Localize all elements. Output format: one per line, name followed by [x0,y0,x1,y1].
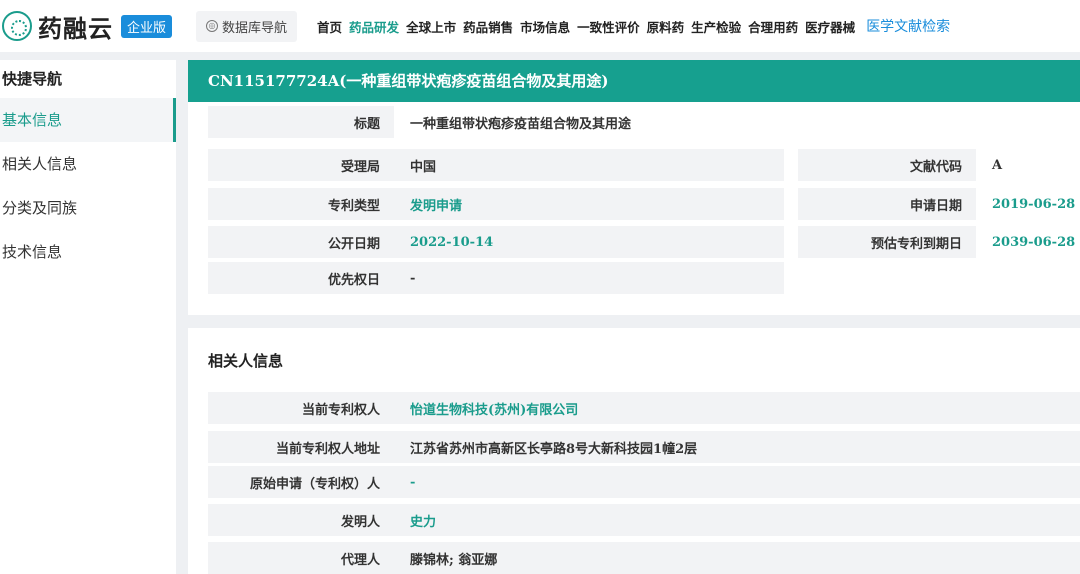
menu-item-production[interactable]: 生产检验 [691,17,741,36]
logo-text: 药融云 [38,14,113,43]
patent-header: CN115177724A(一种重组带状疱疹疫苗组合物及其用途) [188,60,1080,102]
menu-item-home[interactable]: 首页 [317,17,342,36]
menu-item-rational-use[interactable]: 合理用药 [748,17,798,36]
menu-item-drug-rd[interactable]: 药品研发 [349,17,399,36]
sidebar-item-tech-info[interactable]: 技术信息 [0,230,176,274]
owner-value[interactable]: 怡道生物科技(苏州)有限公司 [394,392,1080,424]
people-section-title: 相关人信息 [208,352,284,370]
owner-row: 当前专利权人 怡道生物科技(苏州)有限公司 [208,392,1080,424]
menu-item-consistency[interactable]: 一致性评价 [577,17,640,36]
priority-row: 优先权日 - [208,262,784,294]
type-row: 专利类型 发明申请 [208,188,784,220]
priority-value: - [394,262,784,294]
pub-date-label: 公开日期 [208,226,394,258]
address-row: 当前专利权人地址 江苏省苏州市高新区长亭路8号大新科技园1幢2层 [208,431,1080,463]
address-label: 当前专利权人地址 [208,431,394,463]
doc-code-row: 文献代码 A [798,149,1080,181]
agent-label: 代理人 [208,542,394,574]
orig-applicant-label: 原始申请（专利权）人 [208,466,394,498]
expiry-value: 2039-06-28 [992,234,1076,250]
agent-value: 滕锦林; 翁亚娜 [394,542,1080,574]
office-label: 受理局 [208,149,394,181]
type-value[interactable]: 发明申请 [394,188,784,220]
type-label: 专利类型 [208,188,394,220]
quick-nav-sidebar: 快捷导航 基本信息 相关人信息 分类及同族 技术信息 [0,60,176,574]
owner-label: 当前专利权人 [208,392,394,424]
expiry-row: 预估专利到期日 2039-06-28 [798,226,1080,258]
office-value: 中国 [394,149,784,181]
main-menu: 首页 药品研发 全球上市 药品销售 市场信息 一致性评价 原料药 生产检验 合理… [317,16,950,36]
priority-label: 优先权日 [208,262,394,294]
menu-item-global-launch[interactable]: 全球上市 [406,17,456,36]
doc-code-value: A [992,157,1003,173]
agent-row: 代理人 滕锦林; 翁亚娜 [208,542,1080,574]
people-info-panel: 相关人信息 当前专利权人 怡道生物科技(苏州)有限公司 当前专利权人地址 江苏省… [188,328,1080,574]
sidebar-title: 快捷导航 [2,70,63,88]
title-row: 标题 一种重组带状疱疹疫苗组合物及其用途 [208,106,1080,138]
title-label: 标题 [208,106,394,138]
pub-date-row: 公开日期 2022-10-14 [208,226,784,258]
apply-date-row: 申请日期 2019-06-28 [798,188,1080,220]
database-nav-label: 数据库导航 [222,20,288,36]
menu-item-drug-sales[interactable]: 药品销售 [463,17,513,36]
sidebar-item-basic-info[interactable]: 基本信息 [0,98,176,142]
apply-date-label: 申请日期 [798,188,976,220]
menu-item-api[interactable]: 原料药 [647,17,685,36]
brand-logo[interactable]: 药融云 企业版 [0,0,173,52]
orig-applicant-value: - [394,466,1080,498]
compass-icon: ◎ [206,20,219,32]
logo-icon [2,11,32,41]
apply-date-value: 2019-06-28 [992,196,1076,212]
inventor-label: 发明人 [208,504,394,536]
database-nav-button[interactable]: ◎ 数据库导航 [196,10,298,42]
menu-item-devices[interactable]: 医疗器械 [805,17,855,36]
title-value: 一种重组带状疱疹疫苗组合物及其用途 [410,116,632,132]
pub-date-value: 2022-10-14 [394,226,784,258]
address-value: 江苏省苏州市高新区长亭路8号大新科技园1幢2层 [394,431,1080,463]
menu-item-market-info[interactable]: 市场信息 [520,17,570,36]
sidebar-item-people-info[interactable]: 相关人信息 [0,142,176,186]
enterprise-badge: 企业版 [121,14,173,38]
doc-code-label: 文献代码 [798,149,976,181]
expiry-label: 预估专利到期日 [798,226,976,258]
menu-item-literature[interactable]: 医学文献检索 [866,16,950,36]
sidebar-item-classification[interactable]: 分类及同族 [0,186,176,230]
basic-info-panel: CN115177724A(一种重组带状疱疹疫苗组合物及其用途) 标题 一种重组带… [188,60,1080,315]
inventor-row: 发明人 史力 [208,504,1080,536]
orig-applicant-row: 原始申请（专利权）人 - [208,466,1080,498]
top-navbar: 药融云 企业版 ◎ 数据库导航 首页 药品研发 全球上市 药品销售 市场信息 一… [0,0,1080,52]
office-row: 受理局 中国 [208,149,784,181]
inventor-value[interactable]: 史力 [394,504,1080,536]
